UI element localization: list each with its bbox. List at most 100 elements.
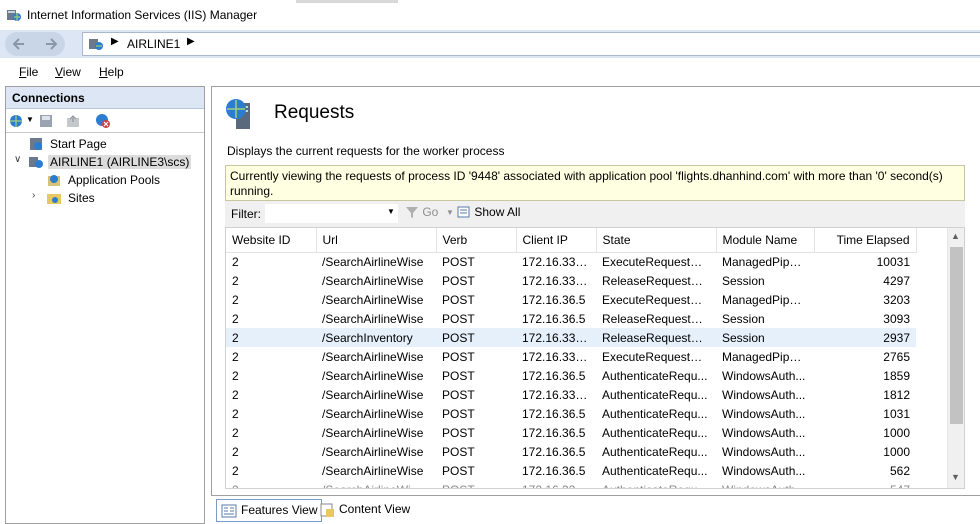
cell-time-elapsed: 1000 xyxy=(883,444,910,459)
cell-state: AuthenticateRequ... xyxy=(602,368,708,383)
cell-website-id: 2 xyxy=(232,463,239,478)
cell-module-name: Session xyxy=(722,273,765,288)
collapse-chevron-icon[interactable]: ∨ xyxy=(14,154,21,165)
chevron-right-icon[interactable]: ▶ xyxy=(187,36,195,47)
column-header-state[interactable]: State xyxy=(596,228,717,253)
show-all-button[interactable]: Show All xyxy=(457,205,520,219)
cell-website-id: 2 xyxy=(232,406,239,421)
cell-verb: POST xyxy=(442,387,475,402)
chevron-right-icon[interactable]: ▶ xyxy=(111,36,119,47)
cell-url: /SearchAirlineWise xyxy=(322,444,424,459)
scroll-down-icon[interactable]: ▼ xyxy=(951,472,960,482)
table-row[interactable]: 2 /SearchAirlineWise POST 172.16.36.5 Au… xyxy=(226,442,916,461)
column-header-time-elapsed[interactable]: Time Elapsed xyxy=(814,228,917,253)
go-dropdown-icon[interactable]: ▼ xyxy=(446,208,454,217)
server-icon xyxy=(89,39,103,50)
cell-client-ip: 172.16.33.88 xyxy=(516,480,596,489)
table-row[interactable]: 2 /SearchAirlineWise POST 172.16.33.88 E… xyxy=(226,252,916,271)
tree-item-label: AIRLINE1 (AIRLINE3\scs) xyxy=(48,155,192,169)
table-row[interactable]: 2 /SearchAirlineWise POST 172.16.33.88 A… xyxy=(226,385,916,404)
cell-url: /SearchAirlineWise xyxy=(322,463,424,478)
breadcrumb-airline1[interactable]: AIRLINE1 xyxy=(127,37,180,51)
table-row[interactable]: 2 /SearchAirlineWise POST 172.16.36.5 Au… xyxy=(226,423,916,442)
column-header-label: Website ID xyxy=(232,232,291,247)
cell-module-name: WindowsAuth... xyxy=(716,480,814,489)
menu-view[interactable]: View xyxy=(55,65,81,79)
menu-file[interactable]: File xyxy=(19,65,38,79)
cell-time-elapsed: 1812 xyxy=(883,387,910,402)
cell-state: AuthenticateRequ... xyxy=(602,425,708,440)
column-header-verb[interactable]: Verb xyxy=(436,228,517,253)
cell-verb: POST xyxy=(442,444,475,459)
scrollbar-thumb[interactable] xyxy=(950,247,963,424)
filter-input[interactable] xyxy=(265,204,398,223)
up-folder-icon[interactable] xyxy=(65,113,81,129)
table-row-highlighted[interactable]: 2 /SearchInventory POST 172.16.33.88 Rel… xyxy=(226,328,916,347)
address-field[interactable]: ▶ AIRLINE1 ▶ xyxy=(82,32,980,56)
cell-time-elapsed: 2765 xyxy=(883,349,910,364)
cell-state: ReleaseRequestSta... xyxy=(602,311,716,326)
table-row[interactable]: 2 /SearchAirlineWise POST 172.16.33.88 E… xyxy=(226,347,916,366)
app-pools-icon xyxy=(48,175,60,186)
expand-chevron-icon[interactable]: › xyxy=(32,190,35,201)
cell-website-id: 2 xyxy=(232,387,239,402)
cell-website-id: 2 xyxy=(232,254,239,269)
cell-url: /SearchAirlineWi... xyxy=(316,480,436,489)
filter-dropdown-icon[interactable]: ▼ xyxy=(387,207,395,216)
cell-module-name: Session xyxy=(722,311,765,326)
cell-url: /SearchAirlineWise xyxy=(322,311,424,326)
tab-content-view[interactable]: Content View xyxy=(315,499,414,522)
address-bar: ▶ AIRLINE1 ▶ xyxy=(0,30,980,58)
cell-state: ExecuteRequestHa... xyxy=(602,292,716,307)
cell-verb: POST xyxy=(442,368,475,383)
column-header-client-ip[interactable]: Client IP xyxy=(516,228,597,253)
table-row-partial[interactable]: 2 /SearchAirlineWi... POST 172.16.33.88 … xyxy=(226,480,916,489)
back-button[interactable] xyxy=(8,32,32,56)
cell-client-ip: 172.16.36.5 xyxy=(522,463,586,478)
forward-button[interactable] xyxy=(38,32,62,56)
cell-url: /SearchAirlineWise xyxy=(322,254,424,269)
go-button[interactable]: Go xyxy=(405,205,438,219)
show-all-icon xyxy=(457,206,470,218)
table-row[interactable]: 2 /SearchAirlineWise POST 172.16.33.88 R… xyxy=(226,271,916,290)
cell-website-id: 2 xyxy=(232,368,239,383)
cell-website-id: 2 xyxy=(232,311,239,326)
table-row[interactable]: 2 /SearchAirlineWise POST 172.16.36.5 Re… xyxy=(226,309,916,328)
cell-client-ip: 172.16.36.5 xyxy=(522,406,586,421)
tab-features-view[interactable]: Features View xyxy=(216,499,323,522)
vertical-scrollbar[interactable]: ▲ ▼ xyxy=(947,228,964,488)
table-header-row: ⌃ Website ID Url Verb Client IP State Mod… xyxy=(226,228,917,253)
table-row[interactable]: 2 /SearchAirlineWise POST 172.16.36.5 Ex… xyxy=(226,290,916,309)
tab-label: Content View xyxy=(339,502,411,516)
cell-url: /SearchAirlineWise xyxy=(322,368,424,383)
cell-time-elapsed: 562 xyxy=(889,463,910,478)
cell-time-elapsed: 1859 xyxy=(883,368,910,383)
title-bar-tab-marker xyxy=(296,0,398,3)
tree-item-label: Start Page xyxy=(50,137,107,151)
cell-module-name: WindowsAuth... xyxy=(722,463,806,478)
cell-module-name: WindowsAuth... xyxy=(722,387,806,402)
disconnect-icon[interactable] xyxy=(95,113,111,129)
save-icon[interactable] xyxy=(38,113,54,129)
cell-website-id: 2 xyxy=(232,292,239,307)
table-row[interactable]: 2 /SearchAirlineWise POST 172.16.36.5 Au… xyxy=(226,366,916,385)
column-header-module-name[interactable]: Module Name xyxy=(716,228,815,253)
start-page-icon xyxy=(30,138,42,150)
title-bar: Internet Information Services (IIS) Mana… xyxy=(0,0,980,30)
requests-table: ⌃ Website ID Url Verb Client IP State Mod… xyxy=(225,227,965,489)
cell-client-ip: 172.16.36.5 xyxy=(522,444,586,459)
column-header-url[interactable]: Url xyxy=(316,228,437,253)
table-row[interactable]: 2 /SearchAirlineWise POST 172.16.36.5 Au… xyxy=(226,461,916,480)
column-header-website-id[interactable]: ⌃ Website ID xyxy=(226,228,317,253)
connect-globe-icon[interactable] xyxy=(9,113,25,129)
table-row[interactable]: 2 /SearchAirlineWise POST 172.16.36.5 Au… xyxy=(226,404,916,423)
funnel-icon xyxy=(406,207,418,218)
view-tabs: Features View Content View xyxy=(211,497,980,524)
cell-module-name: WindowsAuth... xyxy=(722,444,806,459)
cell-time-elapsed: 1000 xyxy=(883,425,910,440)
connect-dropdown-icon[interactable]: ▼ xyxy=(26,115,34,124)
cell-verb: POST xyxy=(442,254,475,269)
scroll-up-icon[interactable]: ▲ xyxy=(951,231,960,241)
menu-help[interactable]: Help xyxy=(99,65,124,79)
cell-state: AuthenticateRequ... xyxy=(596,480,716,489)
